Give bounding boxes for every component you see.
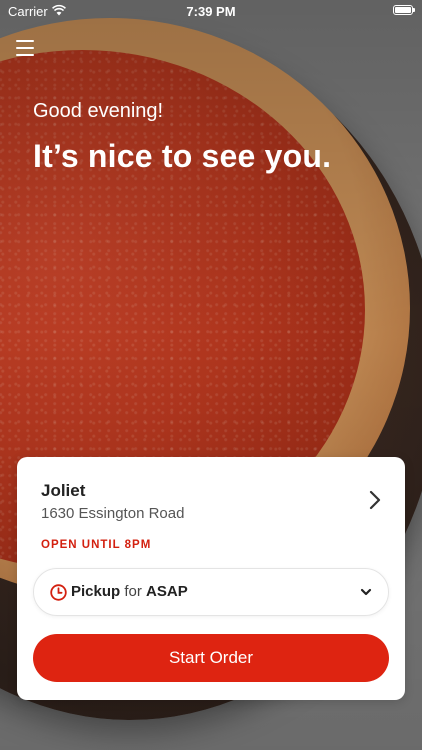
clock-icon xyxy=(50,584,67,601)
start-order-button[interactable]: Start Order xyxy=(33,634,389,682)
order-mode-time: ASAP xyxy=(146,583,188,600)
location-selector[interactable]: Joliet 1630 Essington Road xyxy=(17,457,405,527)
order-mode-type: Pickup xyxy=(71,583,121,600)
store-hours-label: OPEN UNTIL 8PM xyxy=(41,539,152,551)
greeting-text: Good evening! xyxy=(33,100,164,122)
clock-time: 7:39 PM xyxy=(186,4,236,19)
order-card: Joliet 1630 Essington Road OPEN UNTIL 8P… xyxy=(17,457,405,700)
status-bar: Carrier 7:39 PM xyxy=(0,0,422,22)
chevron-right-icon xyxy=(369,490,381,510)
hamburger-menu-icon[interactable] xyxy=(16,40,34,56)
battery-icon xyxy=(393,5,415,15)
order-mode-connector: for xyxy=(124,583,142,600)
order-mode-text: Pickup for ASAP xyxy=(71,583,188,600)
order-mode-selector[interactable]: Pickup for ASAP xyxy=(33,568,389,616)
chevron-down-icon xyxy=(360,588,372,596)
headline-text: It’s nice to see you. xyxy=(33,138,332,174)
location-address: 1630 Essington Road xyxy=(41,505,185,522)
location-name: Joliet xyxy=(41,481,86,500)
